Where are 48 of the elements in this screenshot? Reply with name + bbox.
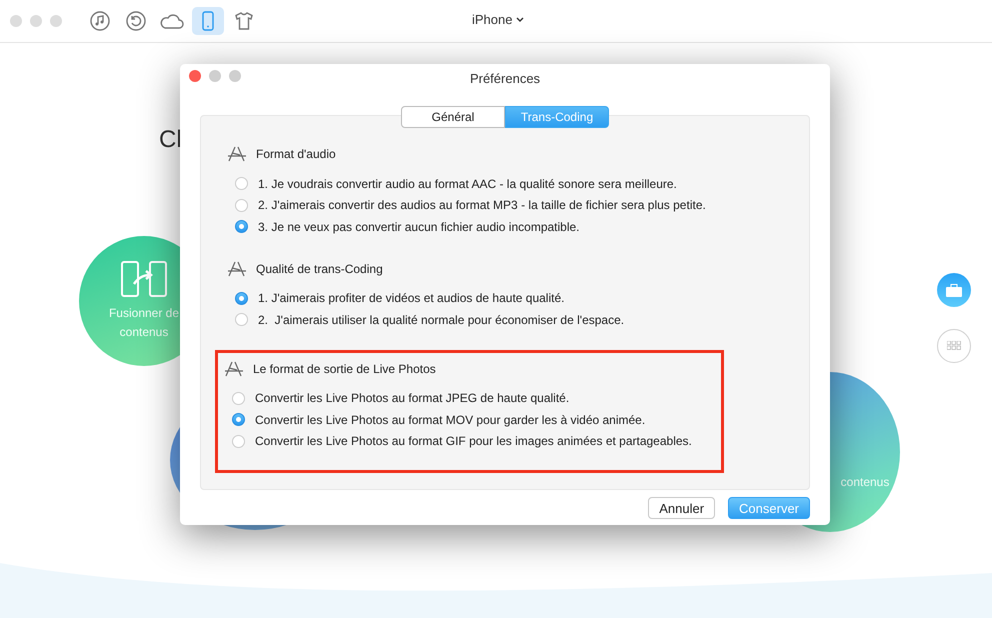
feature-label: contenus	[840, 474, 890, 490]
chevron-down-icon	[516, 16, 524, 22]
window-control[interactable]	[189, 70, 201, 82]
window-control[interactable]	[50, 15, 62, 27]
radio-button[interactable]	[235, 198, 248, 212]
phone-icon	[202, 11, 214, 31]
app-store-icon	[223, 360, 245, 378]
window-control[interactable]	[229, 70, 241, 82]
grid-icon	[947, 341, 961, 351]
page-title: Cl	[159, 126, 182, 154]
briefcase-icon	[946, 284, 962, 296]
toolbar-button[interactable]	[192, 7, 224, 35]
radio-button[interactable]	[235, 313, 248, 326]
radio-button[interactable]	[232, 392, 245, 405]
window-control[interactable]	[30, 15, 42, 27]
music-icon	[90, 11, 110, 31]
merge-icon	[120, 260, 168, 298]
radio-option[interactable]: 1. Je voudrais convertir audio au format AAC - la qualité sonore sera meilleure.	[226, 173, 721, 194]
radio-option[interactable]: 2. J'aimerais utiliser la qualité normale pour économiser de l'espace.	[226, 309, 721, 330]
feature-label: Fusionner de	[108, 305, 180, 322]
section-title: Format d'audio	[256, 147, 336, 161]
window-control[interactable]	[10, 15, 22, 27]
section-title: Le format de sortie de Live Photos	[253, 362, 436, 376]
radio-button[interactable]	[235, 292, 248, 305]
section-title: Qualité de trans-Coding	[256, 262, 383, 276]
radio-option[interactable]: Convertir les Live Photos au format JPEG de haute qualité.	[223, 388, 721, 409]
window-control[interactable]	[209, 70, 221, 82]
radio-button[interactable]	[235, 177, 248, 190]
radio-button[interactable]	[232, 413, 245, 426]
radio-button[interactable]	[232, 434, 245, 448]
app-store-icon	[226, 260, 248, 278]
radio-option[interactable]: Convertir les Live Photos au format MOV pour garder les à vidéo animée.	[223, 409, 721, 430]
radio-button[interactable]	[235, 220, 248, 234]
app-store-icon	[226, 145, 248, 163]
radio-option[interactable]: 2. J'aimerais convertir des audios au format MP3 - la taille de fichier sera plus petite.	[226, 194, 721, 216]
toolbox-button[interactable]	[937, 273, 971, 307]
feature-label: contenus	[120, 324, 168, 341]
cloud-icon	[160, 13, 184, 29]
radio-option[interactable]: 1. J'aimerais profiter de vidéos et audios de haute qualité.	[226, 288, 721, 309]
dialog-title: Préférences	[470, 70, 540, 86]
tab[interactable]: Général	[401, 106, 505, 128]
radio-option[interactable]: Convertir les Live Photos au format GIF pour les images animées et partageables.	[223, 430, 721, 452]
shirt-icon	[234, 11, 254, 31]
restore-icon	[126, 11, 146, 31]
radio-option[interactable]: 3. Je ne veux pas convertir aucun fichier audio incompatible.	[226, 216, 721, 238]
cancel-button[interactable]: Annuler	[648, 497, 716, 519]
device-menu[interactable]: iPhone	[472, 12, 524, 27]
grid-button[interactable]	[937, 329, 971, 363]
